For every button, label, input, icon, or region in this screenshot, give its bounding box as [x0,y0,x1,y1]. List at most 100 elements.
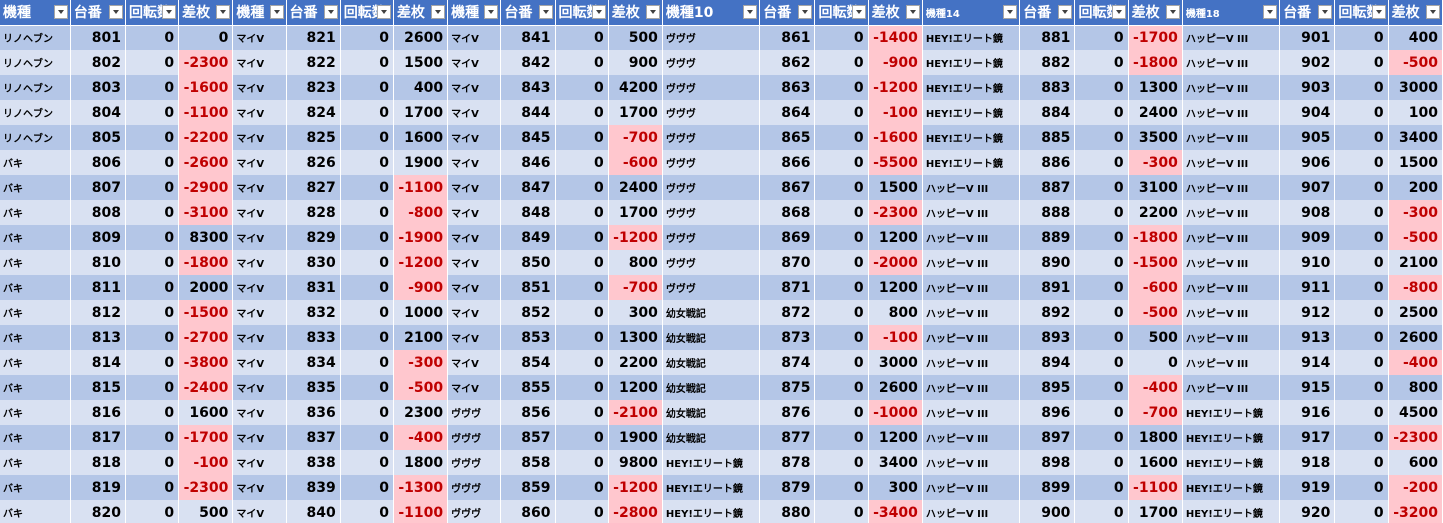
cell-spins[interactable]: 0 [340,250,394,275]
cell-diff[interactable]: 900 [608,50,663,75]
cell-diff[interactable]: -3100 [178,200,234,225]
cell-spins[interactable]: 0 [340,475,394,500]
cell-unit-number[interactable]: 909 [1279,225,1336,250]
cell-machine[interactable]: ハッピーV III [922,300,1021,325]
cell-unit-number[interactable]: 851 [500,275,556,300]
filter-dropdown-icon[interactable] [743,5,758,19]
cell-unit-number[interactable]: 898 [1019,450,1076,475]
filter-dropdown-icon[interactable] [216,5,231,19]
cell-unit-number[interactable]: 843 [500,75,556,100]
cell-diff[interactable]: -3200 [1388,500,1443,523]
cell-spins[interactable]: 0 [555,75,609,100]
cell-spins[interactable]: 0 [555,425,609,450]
cell-machine[interactable]: マイV [232,175,287,200]
cell-diff[interactable]: -2200 [178,125,234,150]
cell-diff[interactable]: -900 [868,50,923,75]
cell-machine[interactable]: ハッピーV III [1182,375,1281,400]
cell-spins[interactable]: 0 [1074,350,1129,375]
cell-unit-number[interactable]: 884 [1019,100,1076,125]
cell-unit-number[interactable]: 896 [1019,400,1076,425]
cell-unit-number[interactable]: 889 [1019,225,1076,250]
cell-unit-number[interactable]: 895 [1019,375,1076,400]
filter-dropdown-icon[interactable] [591,5,606,19]
cell-machine[interactable]: HEY!エリート鏡 [922,25,1021,50]
cell-machine[interactable]: ハッピーV III [922,500,1021,523]
cell-diff[interactable]: -400 [393,425,449,450]
cell-diff[interactable]: 400 [393,75,449,100]
cell-unit-number[interactable]: 879 [759,475,816,500]
cell-spins[interactable]: 0 [1074,275,1129,300]
cell-machine[interactable]: ハッピーV III [922,325,1021,350]
cell-diff[interactable]: 1700 [393,100,449,125]
cell-diff[interactable]: -1800 [1128,225,1183,250]
cell-diff[interactable]: 1900 [393,150,449,175]
cell-unit-number[interactable]: 859 [500,475,556,500]
cell-diff[interactable]: 500 [608,25,663,50]
cell-unit-number[interactable]: 816 [70,400,126,425]
cell-machine[interactable]: ハッピーV III [922,225,1021,250]
cell-machine[interactable]: HEY!エリート鏡 [922,50,1021,75]
cell-unit-number[interactable]: 825 [286,125,341,150]
cell-machine[interactable]: HEY!エリート鏡 [662,500,761,523]
cell-machine[interactable]: ハッピーV III [1182,200,1281,225]
cell-spins[interactable]: 0 [125,300,180,325]
cell-spins[interactable]: 0 [555,325,609,350]
cell-diff[interactable]: 300 [608,300,663,325]
cell-unit-number[interactable]: 908 [1279,200,1336,225]
cell-machine[interactable]: ハッピーV III [1182,150,1281,175]
cell-spins[interactable]: 0 [555,300,609,325]
cell-machine[interactable]: ハッピーV III [1182,100,1281,125]
cell-diff[interactable]: 1200 [868,425,923,450]
filter-dropdown-icon[interactable] [1058,5,1073,19]
cell-unit-number[interactable]: 837 [286,425,341,450]
cell-machine[interactable]: マイV [232,100,287,125]
cell-diff[interactable]: 0 [178,25,234,50]
cell-spins[interactable]: 0 [125,125,180,150]
cell-spins[interactable]: 0 [1074,475,1129,500]
cell-unit-number[interactable]: 876 [759,400,816,425]
column-header[interactable]: 機種14 [922,0,1021,26]
cell-diff[interactable]: -1200 [868,75,923,100]
cell-machine[interactable]: ヴヴヴ [662,125,761,150]
cell-machine[interactable]: バキ [0,300,71,325]
filter-dropdown-icon[interactable] [376,5,391,19]
cell-spins[interactable]: 0 [1074,375,1129,400]
cell-diff[interactable]: 1600 [1128,450,1183,475]
cell-unit-number[interactable]: 827 [286,175,341,200]
cell-spins[interactable]: 0 [814,225,869,250]
cell-diff[interactable]: -1900 [393,225,449,250]
cell-machine[interactable]: ハッピーV III [922,275,1021,300]
cell-spins[interactable]: 0 [125,275,180,300]
cell-diff[interactable]: -1700 [178,425,234,450]
cell-spins[interactable]: 0 [125,350,180,375]
cell-machine[interactable]: バキ [0,500,71,523]
cell-unit-number[interactable]: 852 [500,300,556,325]
column-header[interactable]: 回転数 [1074,0,1129,26]
cell-spins[interactable]: 0 [340,100,394,125]
cell-spins[interactable]: 0 [555,475,609,500]
cell-unit-number[interactable]: 836 [286,400,341,425]
cell-diff[interactable]: 4500 [1388,400,1443,425]
cell-diff[interactable]: -2300 [868,200,923,225]
cell-unit-number[interactable]: 803 [70,75,126,100]
cell-machine[interactable]: マイV [447,225,502,250]
cell-diff[interactable]: 200 [1388,175,1443,200]
filter-dropdown-icon[interactable] [1426,5,1440,19]
cell-unit-number[interactable]: 893 [1019,325,1076,350]
cell-unit-number[interactable]: 850 [500,250,556,275]
cell-diff[interactable]: 100 [1388,100,1443,125]
cell-unit-number[interactable]: 805 [70,125,126,150]
cell-diff[interactable]: 2100 [1388,250,1443,275]
cell-machine[interactable]: HEY!エリート鏡 [922,100,1021,125]
cell-unit-number[interactable]: 854 [500,350,556,375]
filter-dropdown-icon[interactable] [162,5,177,19]
filter-dropdown-icon[interactable] [1003,5,1018,19]
column-header[interactable]: 差枚 [1128,0,1183,26]
cell-machine[interactable]: マイV [447,25,502,50]
column-header[interactable]: 機種 [0,0,71,26]
cell-unit-number[interactable]: 841 [500,25,556,50]
cell-diff[interactable]: 1500 [868,175,923,200]
cell-unit-number[interactable]: 900 [1019,500,1076,523]
cell-machine[interactable]: マイV [447,175,502,200]
cell-unit-number[interactable]: 883 [1019,75,1076,100]
